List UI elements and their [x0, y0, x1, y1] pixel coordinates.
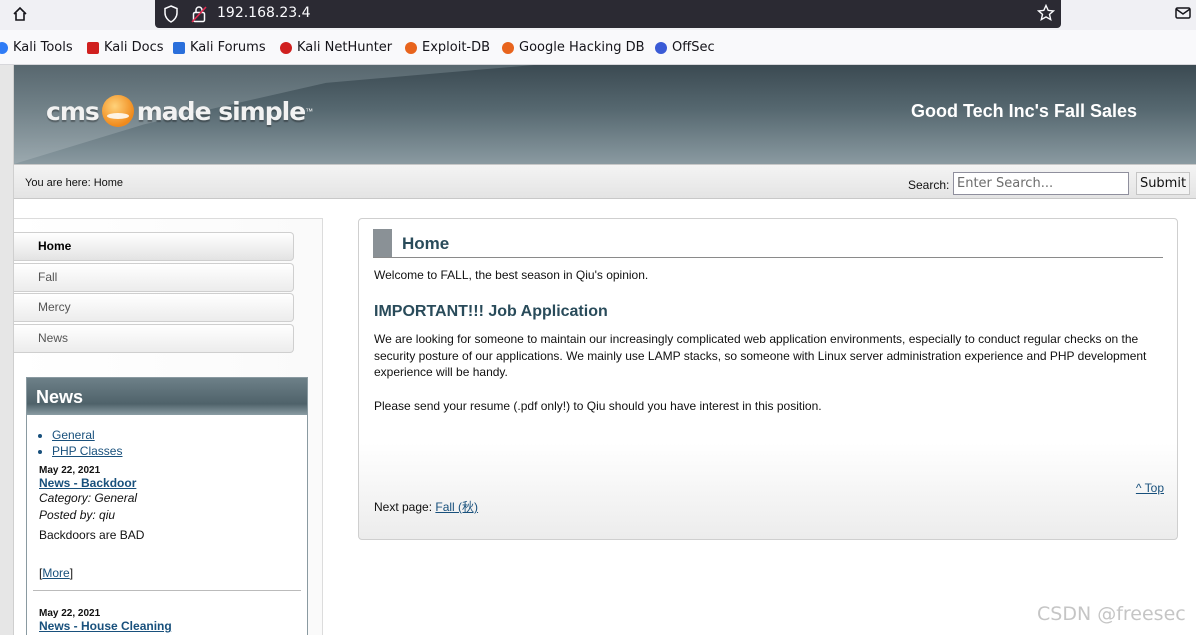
menu-item-mercy[interactable]: Mercy — [14, 293, 294, 322]
breadcrumb-bar: You are here: Home Search: Submit — [14, 164, 1196, 199]
web-page: cms made simple ™ Good Tech Inc's Fall S… — [0, 65, 1196, 635]
job-description: We are looking for someone to maintain o… — [374, 332, 1147, 379]
bookmark-label: Google Hacking DB — [519, 40, 645, 55]
news-divider — [33, 590, 301, 591]
offsec-icon — [655, 41, 667, 54]
news-categories: General PHP Classes — [52, 427, 307, 459]
home-icon[interactable] — [8, 3, 32, 25]
logo-island-icon — [101, 95, 134, 127]
news-title-link[interactable]: News - House Cleaning — [39, 619, 172, 633]
news-item: May 22, 2021 News - Backdoor Category: G… — [27, 465, 307, 580]
bookmark-star-icon[interactable] — [1036, 3, 1056, 27]
bookmark-label: Kali Docs — [104, 40, 164, 55]
news-category-general[interactable]: General — [52, 428, 95, 442]
next-page-label: Next page: — [374, 500, 433, 514]
bookmark-kali-docs[interactable]: Kali Docs — [87, 40, 164, 55]
logo-text-made-simple: made simple — [136, 96, 306, 126]
news-heading: News — [27, 378, 307, 415]
job-instructions: Please send your resume (.pdf only!) to … — [374, 399, 822, 413]
bookmark-google-hacking-db[interactable]: Google Hacking DB — [502, 40, 645, 55]
news-summary: Backdoors are BAD — [39, 528, 145, 542]
logo-text-cms: cms — [46, 96, 100, 126]
welcome-text: Welcome to FALL, the best season in Qiu'… — [374, 268, 649, 282]
news-title-link[interactable]: News - Backdoor — [39, 476, 136, 490]
bookmark-kali-tools[interactable]: Kali Tools — [0, 40, 73, 55]
kali-forums-icon — [173, 41, 185, 54]
bookmark-label: Kali Tools — [13, 40, 73, 55]
bookmarks-bar: Kali Tools Kali Docs Kali Forums Kali Ne… — [0, 30, 1196, 65]
back-to-top-link[interactable]: ^ Top — [1136, 481, 1164, 495]
main-menu: Home Fall Mercy News — [14, 232, 294, 354]
extension-icon[interactable] — [1174, 4, 1192, 27]
bookmark-exploit-db[interactable]: Exploit-DB — [405, 40, 490, 55]
page-title-bar: Home — [373, 229, 1163, 258]
news-category-php-classes[interactable]: PHP Classes — [52, 444, 122, 458]
shield-icon[interactable] — [163, 5, 179, 28]
bookmark-kali-nethunter[interactable]: Kali NetHunter — [280, 40, 392, 55]
insecure-lock-icon[interactable] — [191, 5, 207, 28]
url-text[interactable]: 192.168.23.4 — [217, 5, 311, 21]
search-label: Search: — [908, 178, 950, 192]
news-item: May 22, 2021 News - House Cleaning — [27, 608, 307, 633]
job-heading: IMPORTANT!!! Job Application — [374, 303, 608, 320]
next-page-link[interactable]: Fall (秋) — [435, 500, 478, 514]
news-category-item: General — [52, 427, 307, 443]
next-page: Next page: Fall (秋) — [374, 498, 478, 515]
google-hacking-db-icon — [502, 41, 514, 54]
news-date: May 22, 2021 — [39, 608, 101, 619]
page-left-border — [0, 65, 14, 635]
news-title: News - Backdoor — [39, 476, 307, 490]
kali-nethunter-icon — [280, 41, 292, 54]
menu-item-home[interactable]: Home — [14, 232, 294, 261]
bookmark-label: OffSec — [672, 40, 715, 55]
menu-item-fall[interactable]: Fall — [14, 262, 294, 292]
breadcrumb: You are here: Home — [25, 177, 124, 189]
bookmark-label: Exploit-DB — [422, 40, 491, 55]
watermark: CSDN @freesec — [1037, 603, 1186, 625]
site-title: Good Tech Inc's Fall Sales — [910, 101, 1137, 121]
main-content: Home Welcome to FALL, the best season in… — [358, 218, 1178, 540]
cms-logo[interactable]: cms made simple ™ — [46, 95, 313, 127]
browser-toolbar: 192.168.23.4 — [0, 0, 1196, 30]
bookmark-offsec[interactable]: OffSec — [655, 40, 715, 55]
kali-docs-icon — [87, 41, 99, 54]
news-category-item: PHP Classes — [52, 443, 307, 459]
news-date: May 22, 2021 — [39, 465, 101, 476]
bookmark-label: Kali Forums — [190, 40, 266, 55]
url-bar[interactable]: 192.168.23.4 — [155, 0, 1061, 28]
news-more: [More] — [39, 566, 74, 580]
search-input[interactable] — [953, 172, 1129, 195]
news-widget: News General PHP Classes May 22, 2021 Ne… — [26, 377, 308, 635]
menu-item-news[interactable]: News — [14, 323, 294, 353]
exploit-db-icon — [405, 41, 417, 54]
news-more-link[interactable]: More — [42, 566, 69, 580]
news-category: Category: General — [39, 491, 138, 505]
title-marker — [373, 229, 392, 257]
site-header: cms made simple ™ Good Tech Inc's Fall S… — [14, 65, 1196, 164]
news-title: News - House Cleaning — [39, 619, 307, 633]
bookmark-label: Kali NetHunter — [297, 40, 393, 55]
bookmark-kali-forums[interactable]: Kali Forums — [173, 40, 266, 55]
page-title: Home — [402, 234, 450, 253]
news-author: Posted by: qiu — [39, 508, 116, 522]
kali-tools-icon — [0, 41, 8, 54]
logo-tm: ™ — [305, 106, 314, 116]
submit-button[interactable]: Submit — [1136, 172, 1190, 195]
